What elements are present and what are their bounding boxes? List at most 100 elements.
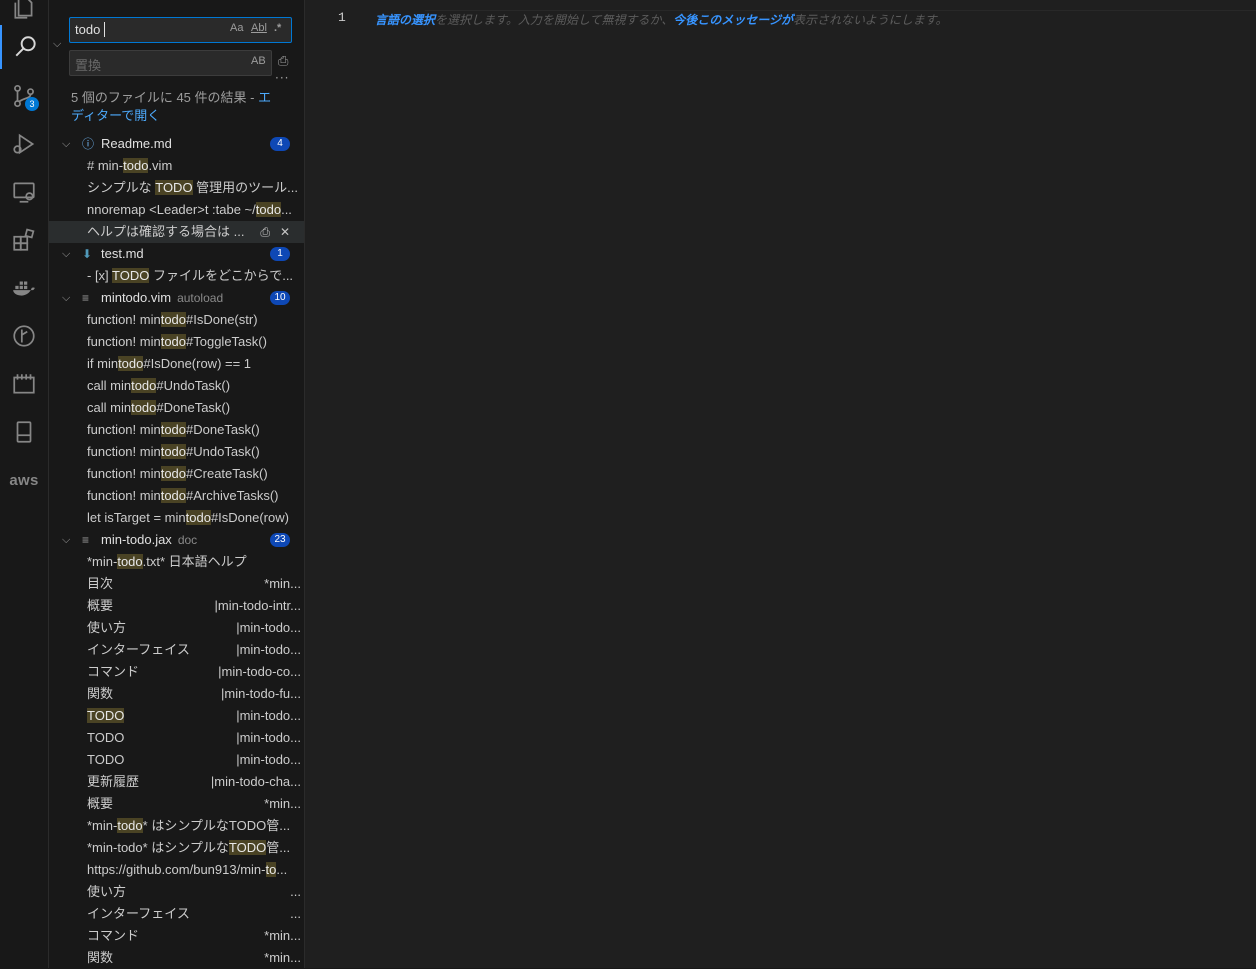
result-match-row[interactable]: コマンド *min...	[49, 925, 304, 947]
remote-explorer-icon[interactable]	[0, 170, 48, 214]
select-language-link[interactable]: 言語の選択	[375, 13, 435, 27]
match-text: 使い方	[87, 884, 127, 899]
aws-icon[interactable]: aws	[0, 458, 48, 502]
match-highlight: todo	[160, 444, 187, 459]
result-match-row[interactable]: *min-todo* はシンプルなTODO管...	[49, 815, 304, 837]
match-text: function! mintodo#IsDone(str)	[87, 312, 258, 327]
result-match-row[interactable]: *min-todo* はシンプルなTODO管...	[49, 837, 304, 859]
match-highlight: todo	[118, 356, 144, 371]
replace-match-icon[interactable]: ⎙	[260, 225, 270, 239]
timeline-icon[interactable]	[0, 362, 48, 406]
result-match-row[interactable]: 概要 |min-todo-intr...	[49, 595, 304, 617]
results-count-text: 5 個のファイルに 45 件の結果 -	[71, 90, 259, 105]
git-graph-icon[interactable]	[0, 314, 48, 358]
match-highlight: todo	[185, 510, 211, 525]
match-count-badge: 4	[270, 137, 290, 151]
match-text: function! mintodo#UndoTask()	[87, 444, 260, 459]
match-text: function! mintodo#CreateTask()	[87, 466, 268, 481]
result-match-row[interactable]: 関数 *min...	[49, 947, 304, 969]
result-match-row[interactable]: function! mintodo#CreateTask()	[49, 463, 304, 485]
file-icon: ⓘ	[82, 137, 95, 151]
match-actions: ⎙ ✕	[260, 221, 290, 243]
result-match-row[interactable]: 使い方 |min-todo...	[49, 617, 304, 639]
bookmark-icon[interactable]	[0, 410, 48, 454]
result-match-row[interactable]: https://github.com/bun913/min-to...	[49, 859, 304, 881]
result-match-row[interactable]: *min-todo.txt* 日本語ヘルプ	[49, 551, 304, 573]
match-highlight: todo	[131, 378, 157, 393]
editor-area[interactable]: 1 言語の選択を選択します。入力を開始して無視するか、今後このメッセージが表示さ…	[305, 0, 1256, 968]
source-control-icon[interactable]: 3	[0, 74, 48, 118]
run-debug-icon[interactable]	[0, 122, 48, 166]
file-dir: doc	[177, 533, 198, 547]
result-file-row[interactable]: ⌵ ⬇ test.md 1	[49, 243, 304, 265]
extensions-icon[interactable]	[0, 218, 48, 262]
match-whole-word-icon[interactable]: Abl	[251, 22, 267, 34]
result-match-row[interactable]: シンプルな TODO 管理用のツール...	[49, 177, 304, 199]
regex-icon[interactable]: .*	[274, 22, 281, 34]
replace-input[interactable]: 置換 AB	[69, 50, 272, 76]
result-match-row[interactable]: コマンド |min-todo-co...	[49, 661, 304, 683]
replace-placeholder: 置換	[75, 58, 102, 73]
match-text-right: *min...	[264, 950, 301, 965]
result-match-row[interactable]: ヘルプは確認する場合は ... ⎙ ✕	[49, 221, 304, 243]
match-text: let isTarget = mintodo#IsDone(row)	[87, 510, 289, 525]
result-file-row[interactable]: ⌵ ≡ mintodo.vim autoload 10	[49, 287, 304, 309]
result-match-row[interactable]: function! mintodo#DoneTask()	[49, 419, 304, 441]
result-match-row[interactable]: function! mintodo#IsDone(str)	[49, 309, 304, 331]
match-highlight: TODO	[155, 180, 193, 195]
match-text-right: *min...	[264, 576, 301, 591]
result-match-row[interactable]: # min-todo.vim	[49, 155, 304, 177]
match-text: function! mintodo#DoneTask()	[87, 422, 260, 437]
match-text-right: *min...	[264, 928, 301, 943]
chevron-down-icon[interactable]: ⌵	[62, 287, 70, 309]
replace-all-icon[interactable]: ⎙	[278, 54, 288, 69]
match-highlight: todo	[131, 400, 157, 415]
result-match-row[interactable]: function! mintodo#ToggleTask()	[49, 331, 304, 353]
result-match-row[interactable]: - [x] TODO ファイルをどこからで...	[49, 265, 304, 287]
result-match-row[interactable]: call mintodo#UndoTask()	[49, 375, 304, 397]
result-file-row[interactable]: ⌵ ⓘ Readme.md 4	[49, 133, 304, 155]
file-name: mintodo.vim autoload	[101, 290, 224, 305]
result-match-row[interactable]: TODO |min-todo...	[49, 705, 304, 727]
chevron-down-icon[interactable]: ⌵	[62, 133, 70, 155]
result-match-row[interactable]: function! mintodo#ArchiveTasks()	[49, 485, 304, 507]
result-match-row[interactable]: 更新履歴 |min-todo-cha...	[49, 771, 304, 793]
search-sidebar: ⌵ todo Aa Abl .* 置換 AB ⎙ ··· 5 個のファイルに 4…	[49, 0, 305, 968]
search-input[interactable]: todo Aa Abl .*	[69, 17, 292, 43]
match-case-icon[interactable]: Aa	[230, 22, 243, 34]
result-match-row[interactable]: if mintodo#IsDone(row) == 1	[49, 353, 304, 375]
result-match-row[interactable]: TODO |min-todo...	[49, 749, 304, 771]
search-icon[interactable]	[0, 25, 50, 69]
chevron-down-icon[interactable]: ⌵	[62, 243, 70, 265]
dont-show-again-link[interactable]: 今後このメッセージが	[673, 13, 793, 27]
match-count-badge: 1	[270, 247, 290, 261]
result-match-row[interactable]: let isTarget = mintodo#IsDone(row)	[49, 507, 304, 529]
result-match-row[interactable]: インターフェイス |min-todo...	[49, 639, 304, 661]
result-match-row[interactable]: インターフェイス...	[49, 903, 304, 925]
match-count-badge: 23	[270, 533, 290, 547]
result-match-row[interactable]: 関数 |min-todo-fu...	[49, 683, 304, 705]
result-match-row[interactable]: TODO |min-todo...	[49, 727, 304, 749]
chevron-down-icon[interactable]: ⌵	[62, 529, 70, 551]
preserve-case-icon[interactable]: AB	[251, 55, 266, 67]
more-options-icon[interactable]: ···	[275, 71, 289, 85]
text-cursor	[104, 22, 105, 37]
match-text-right: |min-todo...	[236, 620, 301, 635]
search-query: todo	[75, 22, 101, 37]
dismiss-match-icon[interactable]: ✕	[280, 225, 290, 239]
result-match-row[interactable]: call mintodo#DoneTask()	[49, 397, 304, 419]
file-name: Readme.md	[101, 136, 172, 151]
result-match-row[interactable]: 目次 *min...	[49, 573, 304, 595]
match-highlight: TODO	[87, 708, 125, 723]
docker-icon[interactable]	[0, 266, 48, 310]
result-file-row[interactable]: ⌵ ≡ min-todo.jax doc 23	[49, 529, 304, 551]
match-count-badge: 10	[270, 291, 290, 305]
result-match-row[interactable]: 概要 *min...	[49, 793, 304, 815]
file-dir: autoload	[177, 291, 224, 305]
result-match-row[interactable]: function! mintodo#UndoTask()	[49, 441, 304, 463]
match-text: *min-todo* はシンプルなTODO管...	[87, 840, 291, 855]
result-match-row[interactable]: nnoremap <Leader>t :tabe ~/todo...	[49, 199, 304, 221]
result-match-row[interactable]: 使い方...	[49, 881, 304, 903]
toggle-replace-chevron-icon[interactable]: ⌵	[53, 37, 61, 51]
aws-label: aws	[9, 471, 39, 489]
